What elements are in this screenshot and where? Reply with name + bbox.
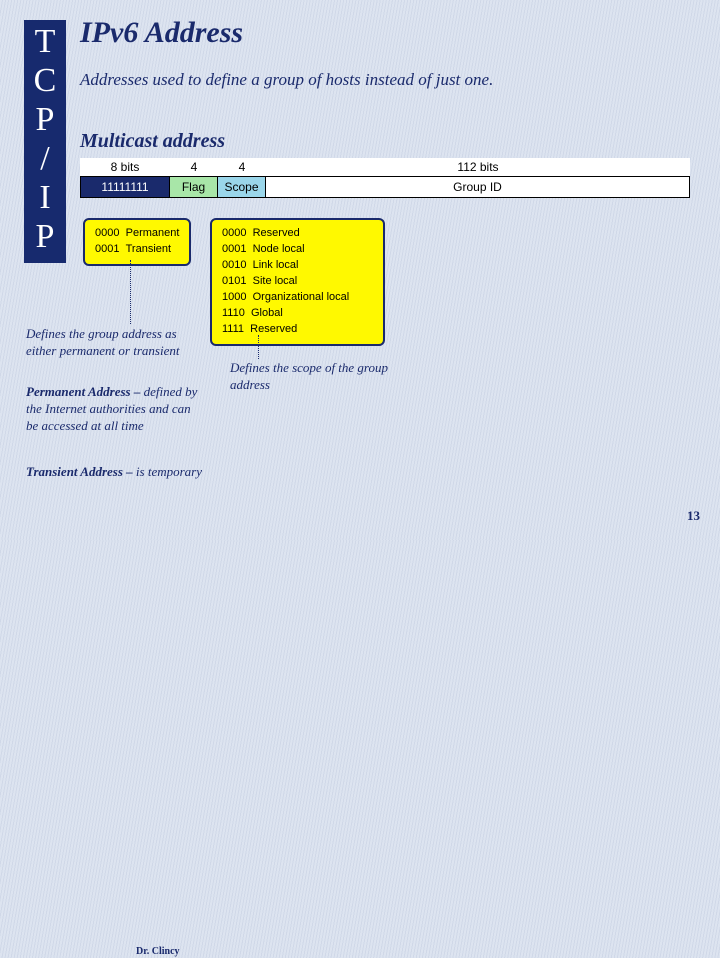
callout-row: 1000 Organizational local <box>222 290 373 306</box>
callout-row: 1110 Global <box>222 306 373 322</box>
bits-label: 4 <box>170 158 218 176</box>
sidebar-letter: P <box>24 100 66 139</box>
callout-row: 1111 Reserved <box>222 322 373 338</box>
connector-line <box>258 335 259 359</box>
sidebar-letter: / <box>24 139 66 178</box>
field-flag: Flag <box>170 177 218 197</box>
sidebar-letter: C <box>24 61 66 100</box>
callout-row: 0001 Node local <box>222 242 373 258</box>
callout-scope-values: 0000 Reserved 0001 Node local 0010 Link … <box>210 218 385 346</box>
field-groupid: Group ID <box>266 177 690 197</box>
callout-row: 0010 Link local <box>222 258 373 274</box>
note-scope-definition: Defines the scope of the group address <box>230 360 420 394</box>
bits-label: 112 bits <box>266 158 690 176</box>
callout-row: 0000 Permanent <box>95 226 179 242</box>
field-prefix: 11111111 <box>80 177 170 197</box>
sidebar-letter: I <box>24 178 66 217</box>
bits-label: 4 <box>218 158 266 176</box>
note-group-definition: Defines the group address as either perm… <box>26 326 201 360</box>
note-permanent: Permanent Address – defined by the Inter… <box>26 384 206 435</box>
diagram-fields: 11111111 Flag Scope Group ID <box>80 176 690 198</box>
field-scope: Scope <box>218 177 266 197</box>
callout-row: 0101 Site local <box>222 274 373 290</box>
sidebar-letter: P <box>24 217 66 256</box>
intro-text: Addresses used to define a group of host… <box>80 70 493 90</box>
sidebar-acronym: T C P / I P <box>24 20 66 263</box>
slide-title: IPv6 Address <box>80 16 243 50</box>
author-name: Dr. Clincy <box>136 945 180 958</box>
page-number: 13 <box>687 508 700 524</box>
bits-label: 8 bits <box>80 158 170 176</box>
sidebar-letter: T <box>24 22 66 61</box>
callout-row: 0000 Reserved <box>222 226 373 242</box>
note-transient-label: Transient Address – <box>26 464 133 479</box>
note-transient: Transient Address – is temporary Dr. Cli… <box>26 464 216 481</box>
callout-flag-values: 0000 Permanent 0001 Transient <box>83 218 191 266</box>
section-heading: Multicast address <box>80 130 225 153</box>
note-transient-text: is temporary <box>133 464 202 479</box>
note-permanent-label: Permanent Address – <box>26 384 140 399</box>
diagram-bit-labels: 8 bits 4 4 112 bits <box>80 158 690 176</box>
callout-row: 0001 Transient <box>95 242 179 258</box>
address-diagram: 8 bits 4 4 112 bits 11111111 Flag Scope … <box>80 158 690 198</box>
connector-line <box>130 260 131 324</box>
